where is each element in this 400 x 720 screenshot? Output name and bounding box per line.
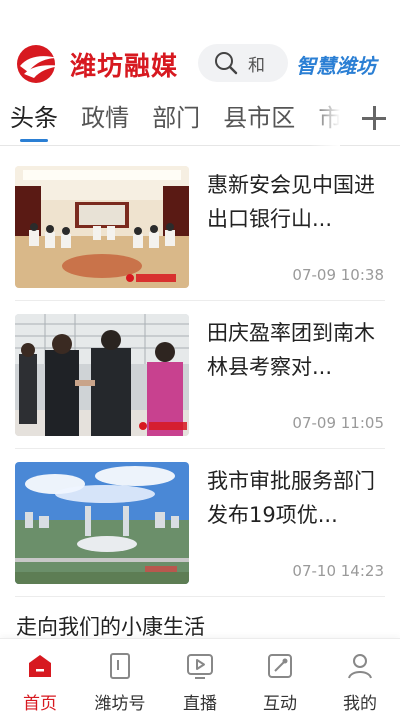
tab-politics[interactable]: 政情 xyxy=(81,96,129,140)
news-title: 田庆盈率团到南木林县考察对... xyxy=(207,321,375,379)
nav-label: 直播 xyxy=(183,694,217,714)
tab-headlines[interactable]: 头条 xyxy=(10,96,58,142)
city-aerial-photo xyxy=(15,462,189,584)
nav-live[interactable]: 直播 xyxy=(160,639,240,720)
news-time: 07-09 10:38 xyxy=(292,266,384,284)
logo-mark-icon xyxy=(17,45,60,83)
nav-interaction[interactable]: 互动 xyxy=(240,639,320,720)
search-input[interactable]: 和 xyxy=(198,44,288,82)
news-time: 07-10 14:23 xyxy=(292,562,384,580)
home-icon xyxy=(29,655,51,677)
logo-text: 潍坊融媒 xyxy=(70,51,179,82)
interaction-icon xyxy=(268,654,292,678)
add-channel-icon[interactable] xyxy=(358,102,390,134)
meeting-room-photo xyxy=(15,166,189,288)
nav-label: 潍坊号 xyxy=(94,694,146,714)
news-title: 惠新安会见中国进出口银行山... xyxy=(207,173,375,231)
news-title-plain[interactable]: 走向我们的小康生活 xyxy=(16,611,205,641)
bookmark-icon xyxy=(110,653,130,679)
news-time: 07-09 11:05 xyxy=(292,414,384,432)
channel-tabs: 头条 政情 部门 县市区 市 xyxy=(0,96,400,146)
tab-fade xyxy=(310,96,340,146)
nav-home[interactable]: 首页 xyxy=(0,639,80,720)
tab-list: 头条 政情 部门 县市区 市 xyxy=(10,96,340,146)
nav-label: 首页 xyxy=(23,694,57,714)
nav-label: 互动 xyxy=(263,694,297,714)
news-item[interactable]: 田庆盈率团到南木林县考察对... 07-09 11:05 xyxy=(0,298,400,446)
handshake-photo xyxy=(15,314,189,436)
nav-label: 我的 xyxy=(343,694,377,714)
profile-icon xyxy=(348,654,372,679)
nav-weifang-account[interactable]: 潍坊号 xyxy=(80,639,160,720)
news-item[interactable]: 我市审批服务部门发布19项优... 07-10 14:23 xyxy=(0,446,400,594)
smart-weifang-link[interactable]: 智慧潍坊 xyxy=(296,50,376,79)
app-logo[interactable]: 潍坊融媒 xyxy=(14,44,190,84)
nav-profile[interactable]: 我的 xyxy=(320,639,400,720)
news-item[interactable]: 惠新安会见中国进出口银行山... 07-09 10:38 xyxy=(0,150,400,298)
app-header: 潍坊融媒 和 智慧潍坊 xyxy=(0,38,400,90)
search-placeholder: 和 xyxy=(248,55,265,76)
tab-counties[interactable]: 县市区 xyxy=(223,96,295,140)
divider xyxy=(15,596,385,597)
live-tv-icon xyxy=(187,654,213,679)
news-title: 我市审批服务部门发布19项优... xyxy=(207,469,375,527)
search-icon xyxy=(215,52,238,75)
tab-departments[interactable]: 部门 xyxy=(152,96,200,140)
bottom-nav: 首页 潍坊号 直播 互动 我的 xyxy=(0,638,400,720)
